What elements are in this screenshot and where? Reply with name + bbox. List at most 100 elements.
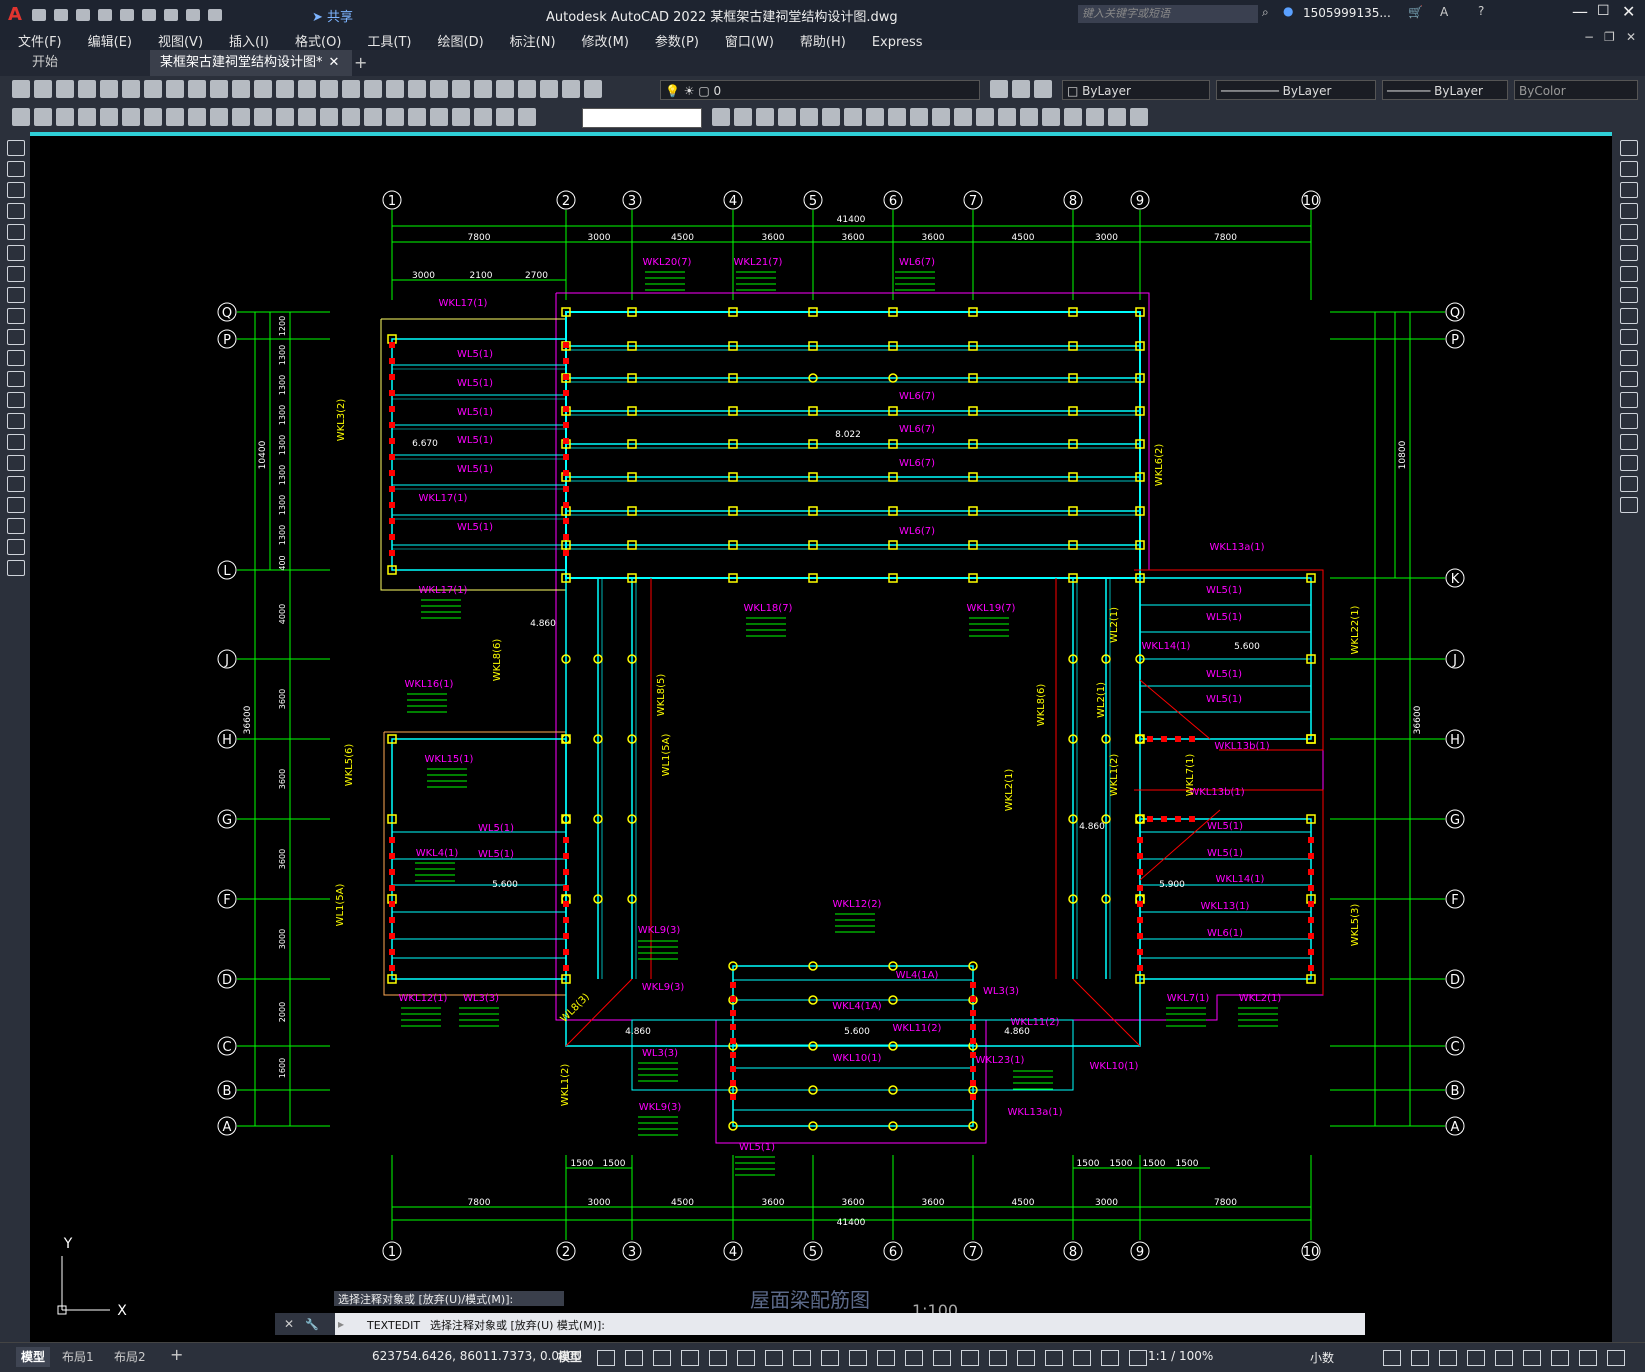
user-name[interactable]: 1505999135... xyxy=(1303,6,1391,20)
menu-item-11[interactable]: 帮助(H) xyxy=(800,31,846,50)
modify-tool-0-icon[interactable] xyxy=(712,108,730,126)
dim-tool-20-icon[interactable] xyxy=(452,108,470,126)
dim-tool-10-icon[interactable] xyxy=(232,108,250,126)
status-toggle-4-icon[interactable] xyxy=(709,1350,727,1366)
standard-tool-18-icon[interactable] xyxy=(408,80,426,98)
status-toggle-18-icon[interactable] xyxy=(1101,1350,1119,1366)
color-dropdown[interactable]: □ ByLayer xyxy=(1062,80,1210,100)
plot-icon[interactable] xyxy=(164,9,178,21)
menu-item-1[interactable]: 编辑(E) xyxy=(88,31,132,50)
modify-tool-11-icon[interactable] xyxy=(954,108,972,126)
user-icon[interactable]: ● xyxy=(1283,4,1293,18)
save-icon[interactable] xyxy=(76,9,90,21)
status-toggle-15-icon[interactable] xyxy=(1017,1350,1035,1366)
close-icon[interactable]: ✕ xyxy=(1622,2,1635,21)
menu-item-0[interactable]: 文件(F) xyxy=(18,31,62,50)
status-right-0-icon[interactable] xyxy=(1383,1350,1401,1366)
draw-tool-6-icon[interactable] xyxy=(7,266,25,282)
model-space-button[interactable]: 模型 xyxy=(558,1348,582,1365)
plotstyle-dropdown[interactable]: ByColor xyxy=(1514,80,1638,100)
modify-tool-5-icon[interactable] xyxy=(1620,245,1638,261)
draw-tool-5-icon[interactable] xyxy=(7,245,25,261)
standard-tool-0-icon[interactable] xyxy=(12,80,30,98)
standard-tool-11-icon[interactable] xyxy=(254,80,272,98)
draw-tool-14-icon[interactable] xyxy=(7,434,25,450)
doc-minimize-icon[interactable]: − xyxy=(1584,30,1594,44)
dim-tool-8-icon[interactable] xyxy=(188,108,206,126)
menu-item-5[interactable]: 工具(T) xyxy=(367,31,411,50)
modify-tool-1-icon[interactable] xyxy=(734,108,752,126)
minimize-icon[interactable]: — xyxy=(1572,2,1588,21)
dim-tool-18-icon[interactable] xyxy=(408,108,426,126)
modify-tool-6-icon[interactable] xyxy=(844,108,862,126)
status-toggle-7-icon[interactable] xyxy=(793,1350,811,1366)
standard-tool-20-icon[interactable] xyxy=(452,80,470,98)
menu-item-6[interactable]: 绘图(D) xyxy=(438,31,484,50)
standard-tool-3-icon[interactable] xyxy=(78,80,96,98)
doc-close-icon[interactable]: ✕ xyxy=(1626,30,1636,44)
add-layout-icon[interactable]: + xyxy=(170,1345,183,1364)
saveas-icon[interactable] xyxy=(98,9,112,21)
modify-tool-3-icon[interactable] xyxy=(1620,203,1638,219)
status-toggle-19-icon[interactable] xyxy=(1129,1350,1147,1366)
dim-tool-16-icon[interactable] xyxy=(364,108,382,126)
modify-tool-19-icon[interactable] xyxy=(1130,108,1148,126)
draw-tool-4-icon[interactable] xyxy=(7,224,25,240)
standard-tool-7-icon[interactable] xyxy=(166,80,184,98)
draw-tool-2-icon[interactable] xyxy=(7,182,25,198)
dim-tool-19-icon[interactable] xyxy=(430,108,448,126)
dim-tool-6-icon[interactable] xyxy=(144,108,162,126)
modify-tool-9-icon[interactable] xyxy=(1620,329,1638,345)
dim-tool-5-icon[interactable] xyxy=(122,108,140,126)
status-toggle-16-icon[interactable] xyxy=(1045,1350,1063,1366)
draw-tool-16-icon[interactable] xyxy=(7,476,25,492)
a360-icon[interactable]: A xyxy=(1440,5,1448,19)
draw-tool-8-icon[interactable] xyxy=(7,308,25,324)
draw-tool-11-icon[interactable] xyxy=(7,371,25,387)
lineweight-dropdown[interactable]: ────── ByLayer xyxy=(1382,80,1508,100)
units-dropdown[interactable]: 小数 xyxy=(1310,1349,1334,1366)
draw-tool-17-icon[interactable] xyxy=(7,497,25,513)
modify-tool-10-icon[interactable] xyxy=(1620,350,1638,366)
standard-tool-10-icon[interactable] xyxy=(232,80,250,98)
menu-item-10[interactable]: 窗口(W) xyxy=(725,31,774,50)
dim-tool-1-icon[interactable] xyxy=(34,108,52,126)
menu-item-2[interactable]: 视图(V) xyxy=(158,31,203,50)
modify-tool-15-icon[interactable] xyxy=(1620,455,1638,471)
status-right-6-icon[interactable] xyxy=(1551,1350,1569,1366)
status-toggle-10-icon[interactable] xyxy=(877,1350,895,1366)
status-right-3-icon[interactable] xyxy=(1467,1350,1485,1366)
standard-tool-9-icon[interactable] xyxy=(210,80,228,98)
modify-tool-4-icon[interactable] xyxy=(1620,224,1638,240)
modify-tool-6-icon[interactable] xyxy=(1620,266,1638,282)
draw-tool-7-icon[interactable] xyxy=(7,287,25,303)
status-toggle-0-icon[interactable] xyxy=(597,1350,615,1366)
cart-icon[interactable]: 🛒 xyxy=(1408,5,1423,19)
modify-tool-4-icon[interactable] xyxy=(800,108,818,126)
new-tab-icon[interactable]: + xyxy=(344,50,377,76)
modify-tool-12-icon[interactable] xyxy=(976,108,994,126)
modify-tool-1-icon[interactable] xyxy=(1620,161,1638,177)
standard-tool-6-icon[interactable] xyxy=(144,80,162,98)
status-toggle-8-icon[interactable] xyxy=(821,1350,839,1366)
layout-tab-1[interactable]: 布局1 xyxy=(62,1347,94,1367)
draw-tool-3-icon[interactable] xyxy=(7,203,25,219)
draw-tool-10-icon[interactable] xyxy=(7,350,25,366)
status-toggle-13-icon[interactable] xyxy=(961,1350,979,1366)
dim-tool-11-icon[interactable] xyxy=(254,108,272,126)
modify-tool-15-icon[interactable] xyxy=(1042,108,1060,126)
status-toggle-17-icon[interactable] xyxy=(1073,1350,1091,1366)
modify-tool-13-icon[interactable] xyxy=(998,108,1016,126)
dim-tool-14-icon[interactable] xyxy=(320,108,338,126)
menu-item-8[interactable]: 修改(M) xyxy=(582,31,629,50)
coordinates-readout[interactable]: 623754.6426, 86011.7373, 0.0000 xyxy=(372,1349,582,1363)
menu-item-4[interactable]: 格式(O) xyxy=(295,31,341,50)
tab-start[interactable]: 开始 xyxy=(22,50,68,76)
dim-tool-12-icon[interactable] xyxy=(276,108,294,126)
modify-tool-16-icon[interactable] xyxy=(1064,108,1082,126)
modify-tool-5-icon[interactable] xyxy=(822,108,840,126)
status-right-1-icon[interactable] xyxy=(1411,1350,1429,1366)
modify-tool-10-icon[interactable] xyxy=(932,108,950,126)
status-toggle-3-icon[interactable] xyxy=(681,1350,699,1366)
dim-tool-7-icon[interactable] xyxy=(166,108,184,126)
